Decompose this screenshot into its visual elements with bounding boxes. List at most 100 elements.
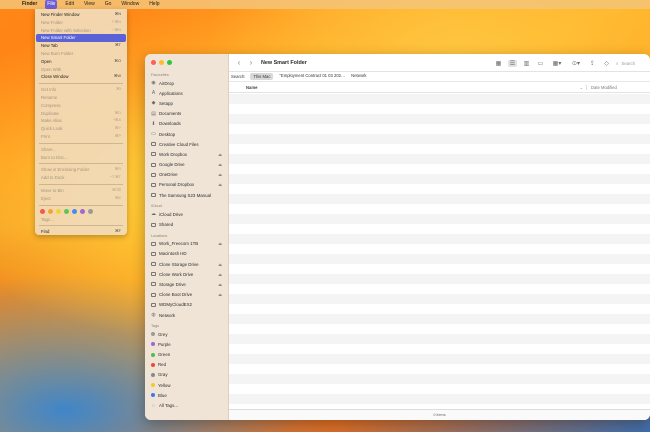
sidebar-item-label: Clone Storage Drive <box>159 261 199 267</box>
menu-bar: Finder File Edit View Go Window Help <box>0 0 650 9</box>
sidebar-item-icloud-drive[interactable]: ☁ iCloud Drive <box>145 209 229 219</box>
group-by-icon[interactable]: ▦▾ <box>550 60 564 67</box>
list-view-icon[interactable]: ☰ <box>508 59 517 67</box>
sidebar-item-personal-dropbox[interactable]: Personal Dropbox ⏏ <box>145 180 229 190</box>
sidebar-item-clone-work-drive[interactable]: Clone Work Drive ⏏ <box>145 269 229 279</box>
icon-view-icon[interactable]: ▦ <box>494 60 503 67</box>
tag-icon[interactable]: ◇ <box>602 60 611 67</box>
eject-icon[interactable]: ⏏ <box>218 292 222 297</box>
menu-item-find[interactable]: Find ⌘F <box>36 228 126 236</box>
sidebar-item-documents[interactable]: ▤ Documents <box>145 109 229 119</box>
tag-color-dot[interactable] <box>40 209 45 215</box>
sidebar-item-label: AirDrop <box>159 80 174 86</box>
menu-item-label: New Smart Folder <box>41 35 76 41</box>
sidebar-item-shared[interactable]: Shared <box>145 219 229 229</box>
action-menu-icon[interactable]: ⊙▾ <box>569 60 583 67</box>
sidebar-item-storage-drive[interactable]: Storage Drive ⏏ <box>145 279 229 289</box>
menu-finder[interactable]: Finder <box>20 0 39 9</box>
gallery-view-icon[interactable]: ▭ <box>536 60 545 67</box>
tag-dot-icon <box>151 342 155 347</box>
menu-edit[interactable]: Edit <box>63 0 76 9</box>
sidebar-item-macintosh-hd[interactable]: Macintosh HD <box>145 249 229 259</box>
sidebar-item-label: WDMyCloudEX2 <box>159 302 192 308</box>
column-header: Name ⌄ Date Modified <box>229 83 650 93</box>
search-scope-option[interactable]: "Employment Contract 01 03 202… <box>279 73 345 80</box>
tag-dot-icon <box>151 393 155 398</box>
sidebar-item-green[interactable]: Green <box>145 350 229 360</box>
sidebar-item-work-freecom-1tb[interactable]: Work_Freecom 1TB ⏏ <box>145 239 229 249</box>
eject-icon[interactable]: ⏏ <box>218 172 222 177</box>
eject-icon[interactable]: ⏏ <box>218 262 222 267</box>
column-view-icon[interactable]: ▥ <box>522 60 531 67</box>
eject-icon[interactable]: ⏏ <box>218 272 222 277</box>
menu-item-label: Get Info <box>41 87 57 93</box>
menu-item-make-alias: Make Alias ^⌘A <box>36 117 126 125</box>
menu-view[interactable]: View <box>82 0 97 9</box>
sidebar-item-setapp[interactable]: ◆ Setapp <box>145 98 229 108</box>
sidebar-item-applications[interactable]: A Applications <box>145 88 229 98</box>
back-button[interactable]: ‹ <box>233 58 245 67</box>
sidebar-item-downloads[interactable]: ⬇ Downloads <box>145 119 229 129</box>
search-scope-option[interactable]: This Mac <box>250 73 274 80</box>
eject-icon[interactable]: ⏏ <box>218 241 222 246</box>
file-list[interactable] <box>229 94 650 409</box>
tag-color-dot[interactable] <box>48 209 53 215</box>
search-field[interactable]: ⌕ Search <box>616 61 646 66</box>
menu-item-label: Burn to Disc… <box>41 154 69 160</box>
menu-help[interactable]: Help <box>147 0 161 9</box>
sidebar-item-onedrive[interactable]: OneDrive ⏏ <box>145 170 229 180</box>
minimize-button[interactable] <box>159 60 164 65</box>
forward-button[interactable]: › <box>245 58 257 67</box>
close-button[interactable] <box>151 60 156 65</box>
tag-color-dot[interactable] <box>64 209 69 215</box>
eject-icon[interactable]: ⏏ <box>218 182 222 187</box>
sidebar-item-grey[interactable]: Grey <box>145 329 229 339</box>
sidebar-item-gray[interactable]: Gray <box>145 370 229 380</box>
eject-icon[interactable]: ⏏ <box>218 162 222 167</box>
menu-item-open[interactable]: Open ⌘O <box>36 58 126 66</box>
eject-icon[interactable]: ⏏ <box>218 152 222 157</box>
sidebar-item-network[interactable]: ◍ Network <box>145 310 229 320</box>
date-modified-column-header[interactable]: Date Modified <box>586 85 650 90</box>
menu-item-new-smart-folder[interactable]: New Smart Folder <box>36 34 126 43</box>
sidebar-item-yellow[interactable]: Yellow <box>145 380 229 390</box>
sidebar-item-desktop[interactable]: ▭ Desktop <box>145 129 229 139</box>
sidebar-item-work-dropbox[interactable]: Work Dropbox ⏏ <box>145 149 229 159</box>
tag-color-dot[interactable] <box>80 209 85 215</box>
sidebar-item-label: Blue <box>158 392 167 398</box>
sidebar-item-purple[interactable]: Purple <box>145 339 229 349</box>
tag-color-dot[interactable] <box>88 209 93 215</box>
eject-icon[interactable]: ⏏ <box>218 282 222 287</box>
menu-item-close-window[interactable]: Close Window ⌘W <box>36 73 126 81</box>
search-scope-option[interactable]: Network <box>351 73 366 80</box>
tag-color-dot[interactable] <box>72 209 77 215</box>
sidebar-item-label: Work_Freecom 1TB <box>159 241 199 247</box>
sidebar-item-label: Gray <box>158 372 168 378</box>
menu-item-new-tab[interactable]: New Tab ⌘T <box>36 42 126 50</box>
desktop-icon: ▭ <box>151 131 156 138</box>
menu-item-label: New Folder with Selection <box>41 27 91 33</box>
menu-item-shortcut: ⌘T <box>114 43 121 48</box>
menu-file[interactable]: File <box>45 0 58 9</box>
sidebar-item-airdrop[interactable]: ◉ AirDrop <box>145 78 229 88</box>
sidebar-item-clone-boot-drive[interactable]: Clone Boot Drive ⏏ <box>145 290 229 300</box>
sidebar-item-creative-cloud-files[interactable]: Creative Cloud Files <box>145 139 229 149</box>
zoom-button[interactable] <box>167 60 172 65</box>
menu-separator <box>39 204 123 206</box>
menu-go[interactable]: Go <box>103 0 114 9</box>
menu-window[interactable]: Window <box>119 0 141 9</box>
sidebar-item-the-samsung-s23-manual[interactable]: The Samsung S23 Manual <box>145 190 229 200</box>
tag-dot-icon <box>151 352 155 357</box>
sidebar-item-clone-storage-drive[interactable]: Clone Storage Drive ⏏ <box>145 259 229 269</box>
name-column-header[interactable]: Name <box>229 85 580 90</box>
sidebar-item-wdmycloudex2[interactable]: WDMyCloudEX2 <box>145 300 229 310</box>
tag-color-dot[interactable] <box>56 209 61 215</box>
sidebar-item-red[interactable]: Red <box>145 360 229 370</box>
sidebar-item-blue[interactable]: Blue <box>145 390 229 400</box>
sidebar-item-all-tags[interactable]: ◌ All Tags… <box>145 400 229 410</box>
share-icon[interactable]: ⇪ <box>588 60 597 67</box>
menu-item-label: Compress <box>41 102 61 108</box>
menu-item-label: New Burn Folder <box>41 50 74 56</box>
menu-item-new-finder-window[interactable]: New Finder Window ⌘N <box>36 11 126 19</box>
sidebar-item-google-drive[interactable]: Google Drive ⏏ <box>145 160 229 170</box>
